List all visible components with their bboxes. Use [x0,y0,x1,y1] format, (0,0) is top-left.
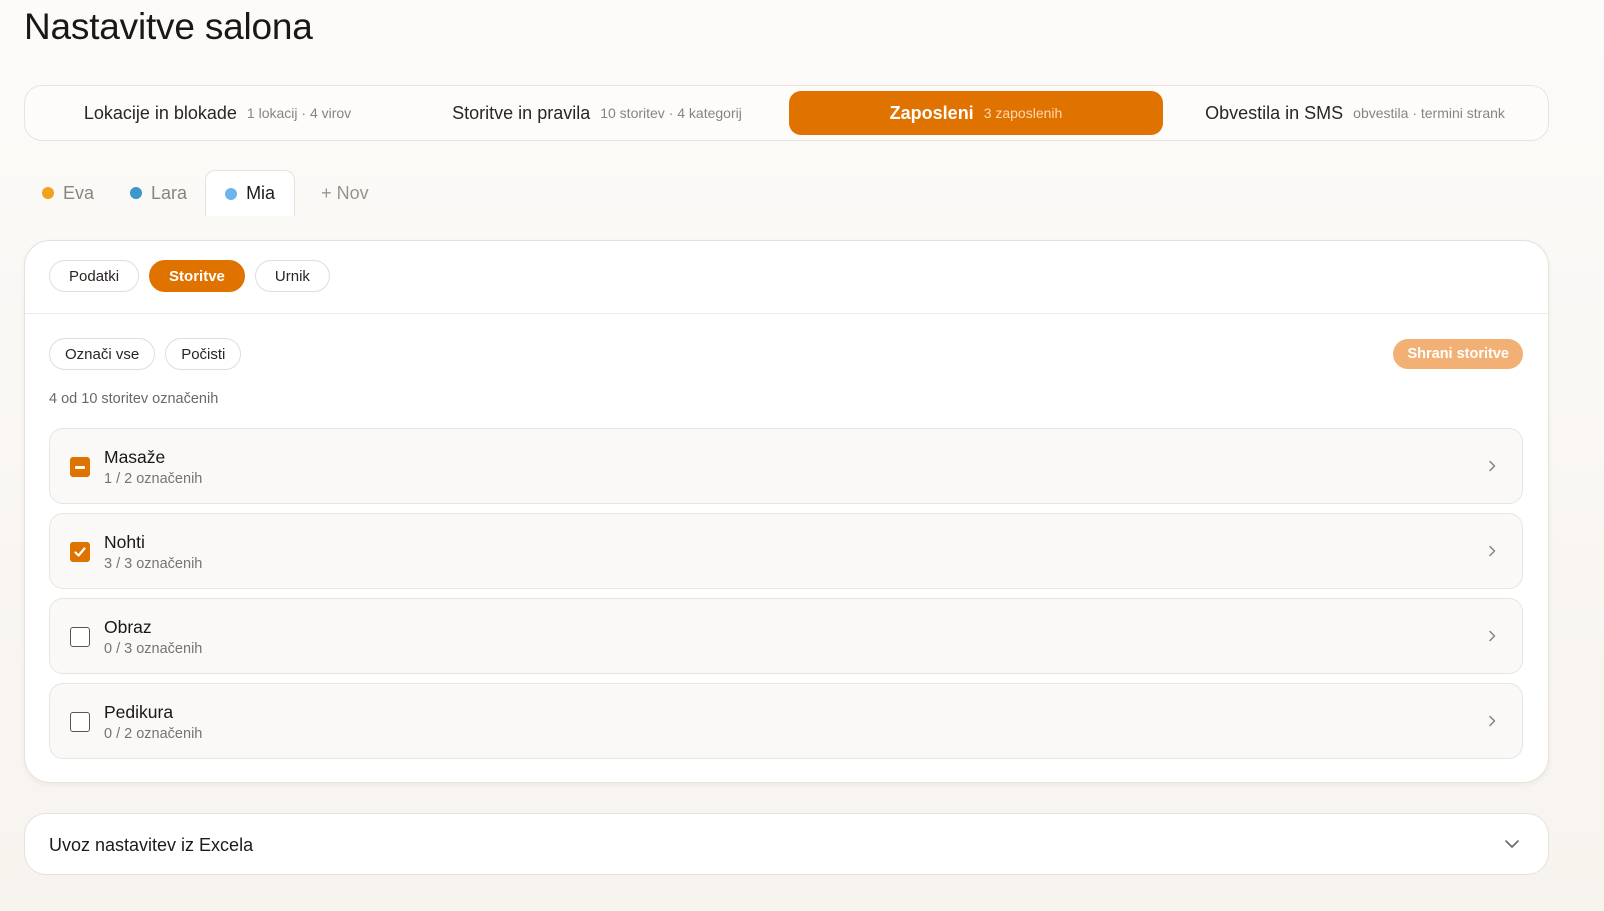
chevron-down-icon[interactable] [1502,834,1522,854]
subtab-schedule[interactable]: Urnik [254,260,330,292]
excel-import-panel[interactable]: Uvoz nastavitev iz Excela [24,813,1549,875]
subtab-services[interactable]: Storitve [149,260,245,292]
subtab-details[interactable]: Podatki [49,260,140,292]
divider [25,313,1548,314]
employee-name: Lara [151,182,188,203]
tab-sublabel: 3 zaposlenih [983,105,1063,121]
employee-name: Eva [63,182,95,203]
category-count: 1 / 2 označenih [104,471,203,487]
employee-services-card: Podatki Storitve Urnik Označi vse Počist… [24,240,1549,783]
category-count: 0 / 2 označenih [104,726,203,742]
category-name: Masaže [104,447,166,467]
employee-tab-lara[interactable]: Lara [112,170,205,216]
chevron-right-icon [1489,715,1496,727]
category-count: 0 / 3 označenih [104,641,203,657]
selection-summary: 4 od 10 storitev označenih [49,391,219,407]
category-row-masaze[interactable]: Masaže 1 / 2 označenih [49,428,1523,504]
settings-tabs: Lokacije in blokade 1 lokacij · 4 virov … [24,85,1549,141]
employee-tabs: Eva Lara Mia + Nov [24,170,387,216]
tab-sublabel: 10 storitev · 4 kategorij [600,105,742,121]
tab-sublabel: 1 lokacij · 4 virov [246,105,352,121]
employee-color-dot [225,187,238,200]
category-row-nohti[interactable]: Nohti 3 / 3 označenih [49,513,1523,589]
minus-icon [75,465,85,469]
employee-color-dot [42,187,54,199]
employee-tab-eva[interactable]: Eva [24,170,112,216]
tab-sublabel: obvestila · termini strank [1353,105,1505,121]
page-title: Nastavitve salona [24,6,313,47]
import-panel-title: Uvoz nastavitev iz Excela [49,835,254,855]
tab-label: Storitve in pravila [452,102,591,123]
category-checkbox[interactable] [70,627,90,647]
selection-actions: Označi vse Počisti [49,338,242,370]
category-row-obraz[interactable]: Obraz 0 / 3 označenih [49,598,1523,674]
category-row-pedikura[interactable]: Pedikura 0 / 2 označenih [49,683,1523,759]
tab-notifications[interactable]: Obvestila in SMS obvestila · termini str… [1163,91,1547,135]
employee-name: Mia [246,183,276,203]
save-services-button[interactable]: Shrani storitve [1393,339,1523,369]
category-list: Masaže 1 / 2 označenih Nohti 3 / 3 označ… [49,428,1523,768]
tab-employees[interactable]: Zaposleni 3 zaposlenih [789,91,1163,135]
category-checkbox[interactable] [70,542,90,562]
tab-label: Obvestila in SMS [1205,102,1344,123]
chevron-right-icon [1489,545,1496,557]
tab-services[interactable]: Storitve in pravila 10 storitev · 4 kate… [405,91,789,135]
category-checkbox[interactable] [70,457,90,477]
category-name: Nohti [104,532,145,552]
employee-subtabs: Podatki Storitve Urnik [49,260,330,292]
category-count: 3 / 3 označenih [104,556,203,572]
select-all-button[interactable]: Označi vse [49,338,156,370]
add-employee-button[interactable]: + Nov [295,170,387,216]
category-name: Obraz [104,617,152,637]
category-checkbox[interactable] [70,712,90,732]
employee-tab-mia[interactable]: Mia [205,170,296,216]
category-name: Pedikura [104,702,174,722]
employee-color-dot [130,187,143,199]
tab-label: Lokacije in blokade [83,102,237,123]
check-icon [74,547,86,557]
tab-label: Zaposleni [889,102,974,123]
tab-locations[interactable]: Lokacije in blokade 1 lokacij · 4 virov [30,91,405,135]
chevron-right-icon [1489,460,1496,472]
clear-button[interactable]: Počisti [165,338,242,370]
chevron-right-icon [1489,630,1496,642]
